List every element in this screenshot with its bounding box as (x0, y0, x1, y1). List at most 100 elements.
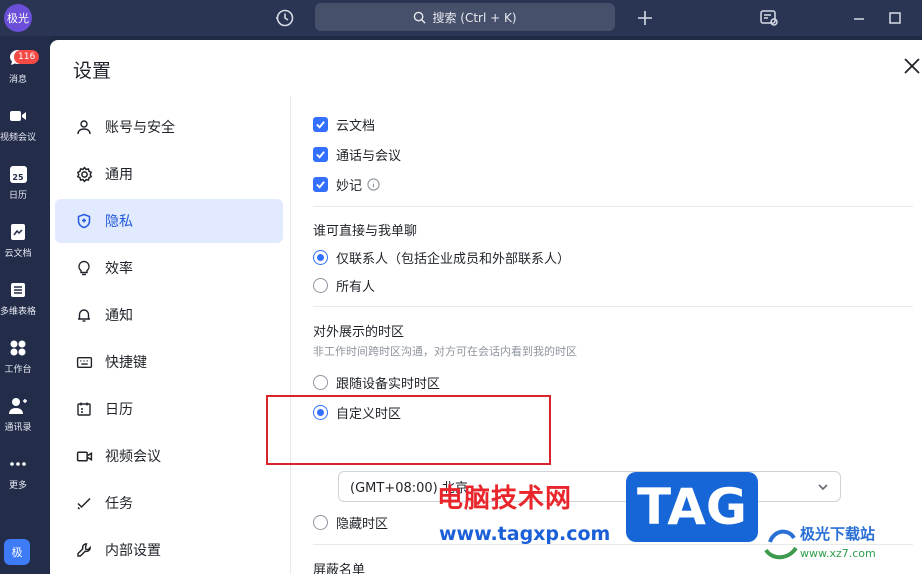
search-icon (414, 11, 427, 24)
nav-item-calendar[interactable]: 日历 (55, 387, 283, 431)
watermark-swoosh-logo (764, 529, 798, 560)
section-title-timezone: 对外展示的时区 (313, 325, 405, 340)
nav-item-notification[interactable]: 通知 (55, 293, 283, 337)
nav-item-privacy[interactable]: 隐私 (55, 199, 283, 243)
rail-label: 消息 (8, 75, 27, 85)
checkbox-label: 云文档 (336, 119, 376, 134)
radio-contacts-only[interactable]: 仅联系人（包括企业成员和外部联系人） (313, 248, 570, 267)
rail-item-docs[interactable]: 云文档 (0, 216, 36, 268)
radio-unselected[interactable] (313, 515, 328, 530)
checkbox-checked[interactable] (313, 117, 328, 132)
minimize-button[interactable] (850, 9, 868, 27)
rail-label: 视频会议 (0, 133, 37, 143)
more-dots-icon (8, 454, 28, 474)
section-title-direct-chat: 谁可直接与我单聊 (313, 224, 418, 239)
nav-label: 效率 (105, 261, 133, 277)
document-icon (8, 222, 28, 242)
app-rail: 消息 116 视频会议 25 日历 云文档 多维表格 工作台 通讯录 更多 极 (0, 36, 50, 574)
settings-nav: 账号与安全 通用 隐私 效率 通知 快捷键 日历 视频会议 任务 内部设置 (50, 96, 290, 574)
section-divider (313, 544, 913, 545)
radio-label: 所有人 (336, 280, 376, 295)
nav-item-video-meeting[interactable]: 视频会议 (55, 434, 283, 478)
gear-icon (75, 165, 93, 183)
meeting-notify-icon[interactable] (758, 7, 780, 29)
nav-label: 通用 (105, 167, 133, 183)
contacts-icon (8, 396, 28, 416)
calendar-icon (75, 400, 93, 418)
add-icon[interactable] (634, 7, 656, 29)
rail-item-calendar[interactable]: 25 日历 (0, 158, 36, 210)
radio-label: 跟随设备实时时区 (336, 377, 441, 392)
watermark-site-name: 电脑技术网 (437, 484, 573, 514)
radio-selected[interactable] (313, 250, 328, 265)
radio-everyone[interactable]: 所有人 (313, 276, 375, 295)
radio-follow-device[interactable]: 跟随设备实时时区 (313, 373, 440, 392)
nav-item-internal[interactable]: 内部设置 (55, 528, 283, 572)
person-icon (75, 118, 93, 136)
history-icon[interactable] (274, 7, 296, 29)
nav-item-shortcuts[interactable]: 快捷键 (55, 340, 283, 384)
radio-unselected[interactable] (313, 375, 328, 390)
privacy-panel: 云文档 通话与会议 妙记 谁可直接与我单聊 仅联系人（包括企业成员和外部联系人）… (291, 96, 922, 574)
annotation-highlight-box (266, 395, 551, 465)
timezone-select[interactable]: (GMT+08:00) 北京 (338, 471, 841, 502)
user-avatar[interactable]: 极光 (4, 4, 32, 32)
rail-label: 多维表格 (0, 307, 37, 317)
shield-icon (75, 212, 93, 230)
rail-label: 更多 (8, 481, 27, 491)
rail-label: 日历 (8, 191, 27, 201)
watermark-tag-logo: TAG (626, 472, 758, 542)
search-input[interactable]: 搜索 (Ctrl + K) (315, 3, 615, 31)
rail-item-bitable[interactable]: 多维表格 (0, 274, 36, 326)
nav-label: 隐私 (105, 214, 133, 230)
wrench-icon (75, 541, 93, 559)
rail-label: 工作台 (4, 365, 32, 375)
table-icon (8, 280, 28, 300)
tenant-avatar[interactable]: 极 (4, 539, 30, 565)
rail-label: 云文档 (4, 249, 32, 259)
task-icon (75, 494, 93, 512)
checkbox-label: 通话与会议 (336, 149, 402, 164)
section-divider (313, 306, 913, 307)
radio-label: 隐藏时区 (336, 517, 389, 532)
checkbox-minutes[interactable]: 妙记 (313, 175, 380, 194)
checkbox-checked[interactable] (313, 177, 328, 192)
section-title-blocklist: 屏蔽名单 (313, 563, 366, 574)
calendar-icon: 25 (8, 164, 28, 184)
radio-label: 仅联系人（包括企业成员和外部联系人） (336, 252, 571, 267)
checkbox-calls-meetings[interactable]: 通话与会议 (313, 145, 401, 164)
radio-unselected[interactable] (313, 278, 328, 293)
keyboard-icon (75, 353, 93, 371)
nav-item-efficiency[interactable]: 效率 (55, 246, 283, 290)
rail-item-more[interactable]: 更多 (0, 448, 36, 500)
rail-item-workplace[interactable]: 工作台 (0, 332, 36, 384)
nav-label: 任务 (105, 496, 133, 512)
rail-item-messages[interactable]: 消息 116 (0, 42, 40, 94)
apps-grid-icon (8, 338, 28, 358)
checkbox-checked[interactable] (313, 147, 328, 162)
nav-item-tasks[interactable]: 任务 (55, 481, 283, 525)
rail-item-video[interactable]: 视频会议 (0, 100, 36, 152)
dialog-title: 设置 (73, 60, 112, 82)
maximize-button[interactable] (886, 9, 904, 27)
section-divider (313, 206, 913, 207)
video-icon (75, 447, 93, 465)
nav-label: 账号与安全 (105, 120, 175, 136)
unread-badge: 116 (14, 50, 40, 64)
top-bar: 极光 搜索 (Ctrl + K) (0, 0, 922, 36)
watermark-site-url: www.tagxp.com (439, 523, 611, 545)
bell-icon (75, 306, 93, 324)
search-label: 搜索 (Ctrl + K) (432, 10, 517, 25)
rail-label: 通讯录 (4, 423, 32, 433)
rail-item-contacts[interactable]: 通讯录 (0, 390, 36, 442)
chevron-down-icon (818, 484, 828, 491)
radio-hide-timezone[interactable]: 隐藏时区 (313, 513, 388, 532)
nav-item-account[interactable]: 账号与安全 (55, 105, 283, 149)
info-icon[interactable] (367, 178, 380, 191)
watermark-brand: 极光下载站 (800, 525, 876, 543)
nav-item-general[interactable]: 通用 (55, 152, 283, 196)
checkbox-cloud-docs[interactable]: 云文档 (313, 115, 375, 134)
nav-label: 快捷键 (105, 355, 147, 371)
video-camera-icon (8, 106, 28, 126)
close-icon[interactable] (902, 56, 922, 78)
